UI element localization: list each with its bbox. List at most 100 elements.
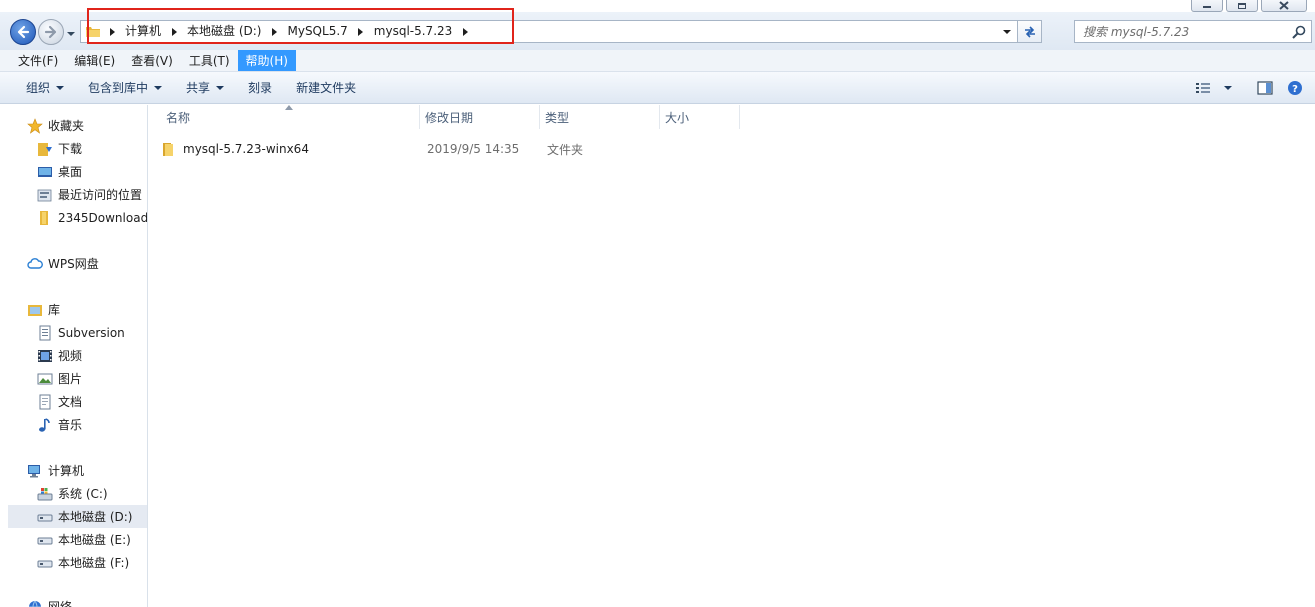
nav-item-subversion[interactable]: Subversion — [37, 321, 125, 344]
chevron-down-icon — [216, 85, 225, 90]
chevron-down-icon — [154, 85, 163, 90]
menu-tools[interactable]: 工具(T) — [181, 50, 238, 71]
file-type: 文件夹 — [547, 142, 584, 157]
breadcrumb-arrow-icon[interactable] — [165, 21, 183, 42]
refresh-icon — [1024, 25, 1035, 38]
nav-libraries[interactable]: 库 — [27, 298, 60, 321]
recent-pages-dropdown-icon[interactable] — [66, 29, 76, 39]
chevron-down-icon — [1003, 29, 1011, 34]
nav-item-label: 最近访问的位置 — [58, 188, 143, 202]
nav-item-label: 桌面 — [58, 165, 83, 179]
include-in-library-label: 包含到库中 — [88, 81, 149, 95]
address-dropdown-button[interactable] — [999, 21, 1015, 42]
search-icon[interactable] — [1291, 24, 1307, 40]
document-icon — [37, 394, 53, 410]
nav-item-label: 本地磁盘 (E:) — [58, 533, 131, 547]
share-button[interactable]: 共享 — [174, 72, 236, 104]
breadcrumb-mysql57[interactable]: MySQL5.7 — [283, 21, 351, 42]
nav-item-drive-e[interactable]: 本地磁盘 (E:) — [37, 528, 131, 551]
menu-edit[interactable]: 编辑(E) — [66, 50, 123, 71]
breadcrumb-arrow-icon[interactable] — [103, 21, 121, 42]
hard-drive-icon — [37, 509, 53, 525]
nav-item-desktop[interactable]: 桌面 — [37, 160, 82, 183]
nav-favorites-label: 收藏夹 — [48, 119, 85, 133]
nav-item-videos[interactable]: 视频 — [37, 344, 82, 367]
hard-drive-icon — [37, 532, 53, 548]
preview-pane-icon — [1257, 81, 1273, 95]
nav-libraries-label: 库 — [48, 303, 61, 317]
nav-computer[interactable]: 计算机 — [27, 459, 84, 482]
include-in-library-button[interactable]: 包含到库中 — [76, 72, 174, 104]
address-toolbar: 计算机 本地磁盘 (D:) MySQL5.7 mysql-5.7.23 — [0, 12, 1315, 50]
nav-item-music[interactable]: 音乐 — [37, 413, 82, 436]
organize-label: 组织 — [26, 81, 51, 95]
view-options-dropdown[interactable] — [1223, 78, 1233, 98]
new-folder-label: 新建文件夹 — [296, 81, 357, 95]
column-header-name[interactable]: 名称 — [149, 105, 420, 129]
organize-button[interactable]: 组织 — [14, 72, 76, 104]
breadcrumb-arrow-icon[interactable] — [352, 21, 370, 42]
music-note-icon — [37, 417, 53, 433]
network-icon — [27, 599, 43, 607]
cloud-icon — [27, 256, 43, 272]
menu-view[interactable]: 查看(V) — [123, 50, 181, 71]
burn-button[interactable]: 刻录 — [236, 72, 284, 104]
nav-wps-cloud[interactable]: WPS网盘 — [27, 252, 99, 275]
column-header-label: 名称 — [166, 111, 191, 125]
nav-item-drive-c[interactable]: 系统 (C:) — [37, 482, 108, 505]
breadcrumb-arrow-icon[interactable] — [456, 21, 474, 42]
burn-label: 刻录 — [248, 81, 273, 95]
search-input[interactable] — [1083, 23, 1283, 40]
nav-item-2345download[interactable]: 2345Download — [37, 206, 147, 229]
refresh-button[interactable] — [1017, 21, 1041, 42]
menu-file[interactable]: 文件(F) — [10, 50, 66, 71]
folder-icon — [86, 27, 100, 37]
nav-item-label: 本地磁盘 (D:) — [58, 510, 133, 524]
file-row[interactable]: mysql-5.7.23-winx64 2019/9/5 14:35 文件夹 — [161, 138, 747, 160]
change-view-button[interactable] — [1193, 78, 1213, 98]
nav-item-drive-f[interactable]: 本地磁盘 (F:) — [37, 551, 129, 574]
document-icon — [37, 325, 53, 341]
preview-pane-button[interactable] — [1255, 78, 1275, 98]
nav-item-label: Subversion — [58, 325, 125, 340]
nav-favorites[interactable]: 收藏夹 — [27, 114, 84, 137]
menu-help[interactable]: 帮助(H) — [237, 50, 296, 71]
nav-item-label: 视频 — [58, 349, 83, 363]
breadcrumb-mysql-5723[interactable]: mysql-5.7.23 — [370, 21, 457, 42]
library-icon — [27, 302, 43, 318]
address-bar[interactable]: 计算机 本地磁盘 (D:) MySQL5.7 mysql-5.7.23 — [80, 20, 1042, 43]
window-controls — [1191, 0, 1307, 12]
breadcrumb: 计算机 本地磁盘 (D:) MySQL5.7 mysql-5.7.23 — [103, 21, 474, 42]
breadcrumb-drive-d[interactable]: 本地磁盘 (D:) — [183, 21, 265, 42]
breadcrumb-arrow-icon[interactable] — [265, 21, 283, 42]
command-bar: 组织 包含到库中 共享 刻录 新建文件夹 ? — [0, 72, 1315, 104]
column-header-size[interactable]: 大小 — [660, 105, 740, 129]
column-header-type[interactable]: 类型 — [540, 105, 660, 129]
view-controls: ? — [1193, 78, 1305, 98]
help-button[interactable]: ? — [1285, 78, 1305, 98]
file-name: mysql-5.7.23-winx64 — [183, 142, 309, 156]
nav-item-label: 文档 — [58, 395, 83, 409]
back-arrow-icon — [17, 25, 30, 39]
recent-places-icon — [37, 187, 53, 203]
nav-item-pictures[interactable]: 图片 — [37, 367, 82, 390]
nav-item-drive-d[interactable]: 本地磁盘 (D:) — [8, 505, 147, 528]
nav-network-label: 网络 — [48, 600, 73, 607]
nav-item-label: 图片 — [58, 372, 83, 386]
maximize-button[interactable] — [1226, 0, 1258, 12]
help-icon: ? — [1288, 81, 1302, 95]
nav-network[interactable]: 网络 — [27, 595, 72, 607]
breadcrumb-computer[interactable]: 计算机 — [121, 21, 165, 42]
nav-computer-label: 计算机 — [48, 464, 85, 478]
nav-item-documents[interactable]: 文档 — [37, 390, 82, 413]
nav-item-recent-places[interactable]: 最近访问的位置 — [37, 183, 142, 206]
back-button[interactable] — [10, 19, 36, 45]
star-icon — [27, 117, 43, 134]
new-folder-button[interactable]: 新建文件夹 — [284, 72, 368, 104]
column-header-label: 类型 — [545, 111, 570, 125]
close-button[interactable] — [1261, 0, 1307, 12]
minimize-button[interactable] — [1191, 0, 1223, 12]
nav-item-downloads[interactable]: 下载 — [37, 137, 82, 160]
forward-button[interactable] — [38, 19, 64, 45]
column-header-date-modified[interactable]: 修改日期 — [420, 105, 540, 129]
